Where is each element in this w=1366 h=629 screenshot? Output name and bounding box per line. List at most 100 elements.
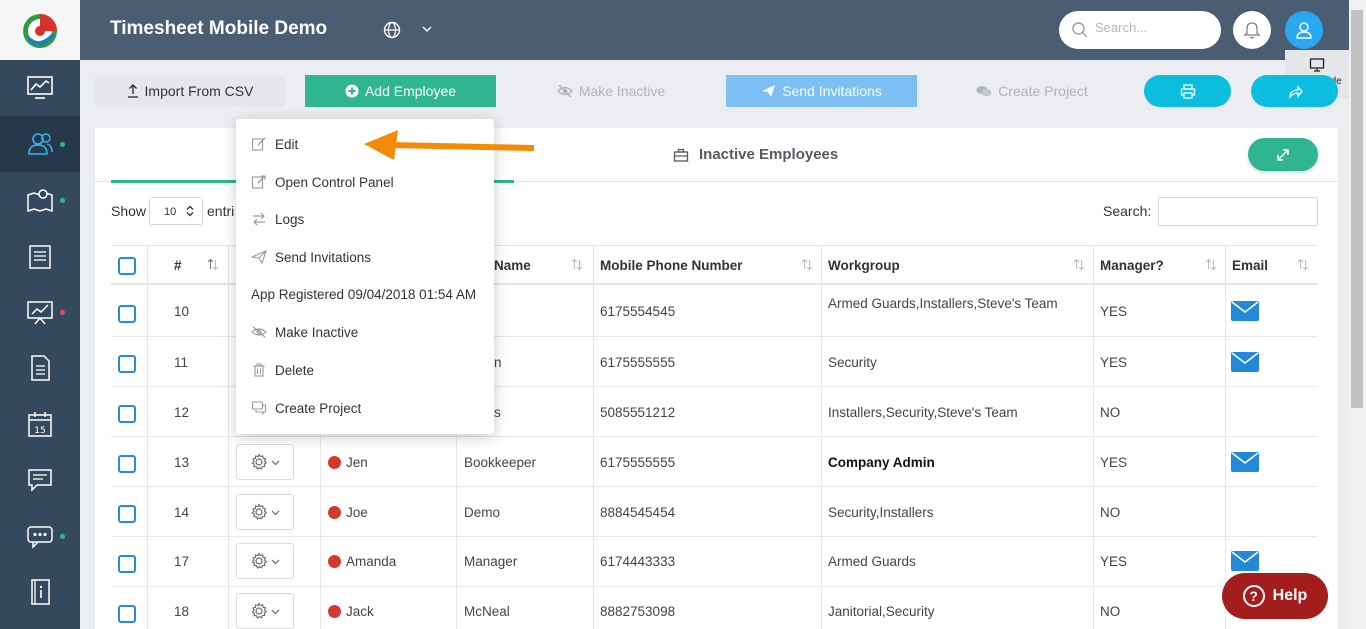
row-checkbox[interactable]	[118, 455, 136, 473]
menu-item-create-project[interactable]: Create Project	[251, 400, 361, 416]
plus-circle-icon	[345, 84, 359, 98]
table-row[interactable]: 18 Jack McNeal 8882753098 Janitorial,Sec…	[111, 587, 1318, 629]
col-num-header[interactable]: #	[174, 246, 182, 284]
sidebar-item-map[interactable]	[0, 172, 80, 228]
import-csv-button[interactable]: Import From CSV	[95, 75, 285, 107]
send-invitations-button[interactable]: Send Invitations	[726, 75, 917, 107]
page-scrollbar[interactable]	[1349, 0, 1366, 629]
menu-item-send-invitations[interactable]: Send Invitations	[251, 249, 371, 265]
entries-label: entri	[207, 203, 235, 219]
row-checkbox[interactable]	[118, 555, 136, 573]
mail-icon[interactable]	[1231, 301, 1259, 321]
page-length-value: 10	[164, 206, 177, 218]
sidebar-item-chat[interactable]	[0, 508, 80, 564]
make-inactive-button[interactable]: Make Inactive	[516, 75, 706, 107]
menu-item-create-project-label: Create Project	[275, 400, 362, 416]
menu-item-control-panel[interactable]: Open Control Panel	[251, 174, 394, 190]
first-name: Jack	[328, 604, 374, 619]
gear-icon	[251, 503, 268, 520]
col-email-header[interactable]: Email	[1232, 246, 1268, 284]
tab-inactive-label: Inactive Employees	[699, 146, 839, 163]
expand-button[interactable]	[1248, 138, 1318, 171]
menu-item-delete[interactable]: Delete	[251, 362, 314, 378]
app-title: Timesheet Mobile Demo	[110, 18, 328, 39]
sort-icon[interactable]	[1205, 258, 1217, 271]
row-checkbox[interactable]	[118, 505, 136, 523]
add-employee-button[interactable]: Add Employee	[305, 75, 496, 107]
search-input[interactable]	[1095, 20, 1213, 35]
sort-icon[interactable]	[1297, 258, 1309, 271]
mail-icon[interactable]	[1231, 352, 1259, 372]
sidebar-item-info[interactable]	[0, 564, 80, 620]
help-button[interactable]: ? Help	[1222, 573, 1328, 619]
print-icon	[1180, 83, 1195, 99]
row-actions-button[interactable]	[236, 593, 294, 629]
sidebar-item-reports[interactable]	[0, 284, 80, 340]
info-book-icon	[31, 579, 50, 605]
row-checkbox[interactable]	[118, 605, 136, 623]
row-actions-button[interactable]	[236, 494, 294, 530]
tab-inactive-employees[interactable]: Inactive Employees	[673, 146, 838, 163]
menu-item-make-inactive[interactable]: Make Inactive	[251, 324, 358, 340]
print-button[interactable]	[1144, 75, 1231, 107]
first-name: Amanda	[328, 554, 396, 569]
menu-item-edit[interactable]: Edit	[251, 136, 298, 152]
app-logo[interactable]	[0, 0, 80, 60]
row-checkbox[interactable]	[118, 305, 136, 323]
sort-icon[interactable]	[801, 258, 813, 271]
row-actions-button[interactable]	[236, 543, 294, 579]
share-button[interactable]	[1251, 75, 1338, 107]
trash-icon	[253, 363, 265, 377]
row-checkbox[interactable]	[118, 355, 136, 373]
mail-icon[interactable]	[1231, 551, 1259, 571]
first-name-text: Amanda	[346, 554, 397, 569]
sidebar-item-employees[interactable]	[0, 116, 80, 172]
user-menu-button[interactable]	[1285, 11, 1323, 49]
col-workgroup-header[interactable]: Workgroup	[828, 246, 900, 284]
sidebar-item-calendar[interactable]: 15	[0, 396, 80, 452]
paper-plane-icon	[251, 250, 267, 265]
select-all-checkbox[interactable]	[118, 257, 136, 275]
menu-item-edit-label: Edit	[275, 136, 299, 152]
global-search[interactable]	[1059, 11, 1221, 49]
table-row[interactable]: 17 Amanda Manager 6174443333 Armed Guard…	[111, 537, 1318, 587]
globe-icon[interactable]	[382, 20, 402, 40]
menu-item-control-panel-label: Open Control Panel	[275, 174, 394, 190]
map-pin-icon	[27, 189, 53, 213]
mobile-number: 8884545454	[600, 505, 676, 520]
sort-icon[interactable]	[1073, 258, 1085, 271]
mail-icon[interactable]	[1231, 452, 1259, 472]
row-number: 17	[174, 554, 190, 569]
page-length-select[interactable]: 10	[149, 197, 203, 225]
table-row[interactable]: 14 Joe Demo 8884545454 Security,Installe…	[111, 487, 1318, 537]
sidebar-item-timesheets[interactable]	[0, 228, 80, 284]
menu-item-logs[interactable]: Logs	[251, 211, 304, 227]
last-name: s	[494, 405, 501, 420]
col-manager-header[interactable]: Manager?	[1100, 246, 1164, 284]
table-search-input[interactable]	[1158, 197, 1318, 226]
last-name: McNeal	[464, 604, 510, 619]
sort-icon[interactable]	[571, 258, 583, 271]
briefcase-icon	[673, 148, 689, 162]
eye-slash-icon	[556, 84, 573, 98]
table-search-label: Search:	[1103, 203, 1152, 219]
col-last-name-header[interactable]: Name	[494, 246, 531, 284]
workgroup: Security,Installers	[828, 505, 934, 520]
status-dot	[328, 456, 341, 469]
make-inactive-label: Make Inactive	[578, 83, 666, 99]
notifications-button[interactable]	[1233, 11, 1271, 49]
sidebar-item-messages[interactable]	[0, 452, 80, 508]
status-dot	[60, 198, 65, 203]
sidebar-item-dashboard[interactable]	[0, 60, 80, 116]
col-mobile-header[interactable]: Mobile Phone Number	[600, 246, 743, 284]
scrollbar-thumb[interactable]	[1351, 10, 1363, 408]
first-name-text: Jack	[346, 604, 374, 619]
chevron-down-icon[interactable]	[420, 22, 434, 36]
manager-flag: NO	[1100, 604, 1121, 619]
row-checkbox[interactable]	[118, 405, 136, 423]
sidebar-item-documents[interactable]	[0, 340, 80, 396]
create-project-button[interactable]: Create Project	[937, 75, 1127, 107]
sort-icon[interactable]	[207, 258, 219, 271]
table-row[interactable]: 13 Jen Bookkeeper 6175555555 Company Adm…	[111, 437, 1318, 487]
row-actions-button[interactable]	[236, 444, 294, 480]
